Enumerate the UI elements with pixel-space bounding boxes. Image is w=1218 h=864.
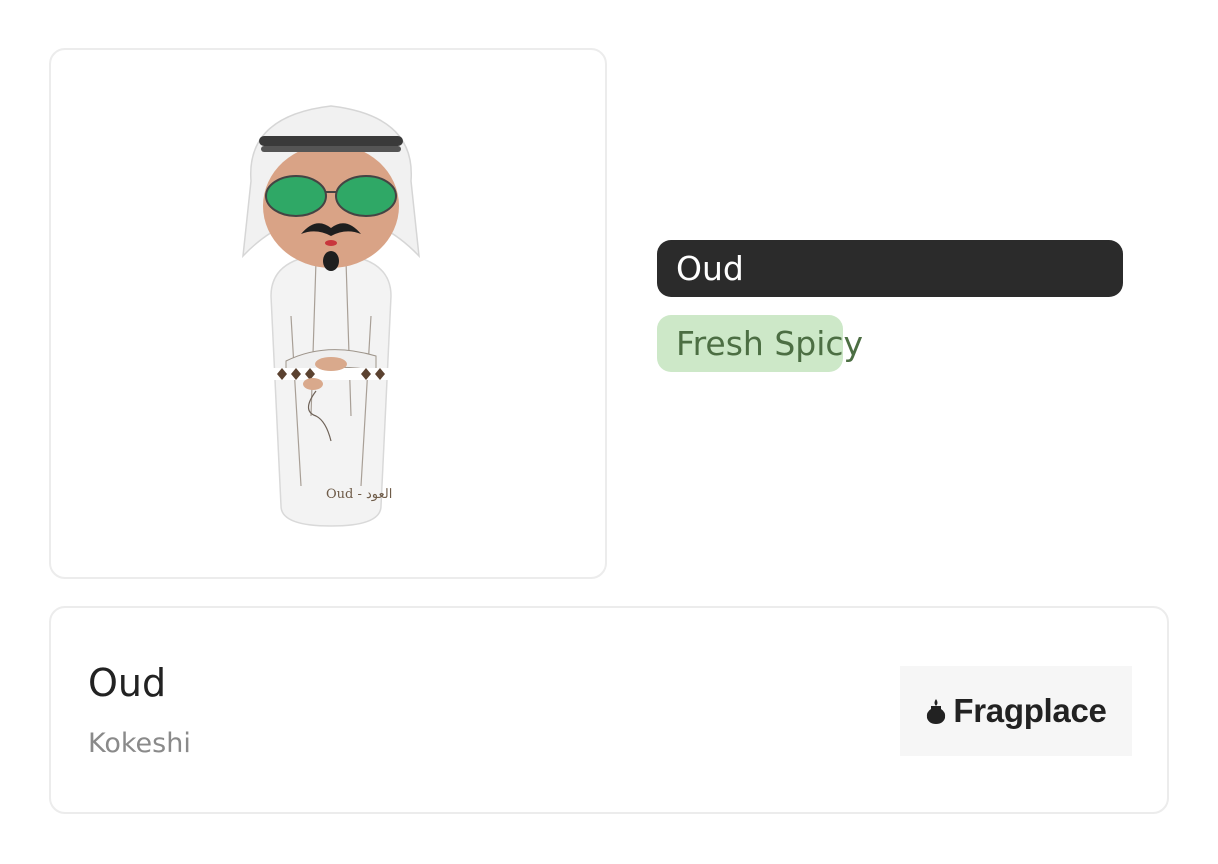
product-image-card: Oud - العود (49, 48, 607, 579)
store-link-button[interactable]: Fragplace (900, 666, 1132, 756)
perfume-name: Oud (88, 661, 167, 705)
product-image: Oud - العود (242, 105, 420, 527)
product-info-card: Oud Kokeshi Fragplace (49, 606, 1169, 814)
fragplace-logo-icon (927, 699, 946, 724)
brand-name[interactable]: Kokeshi (88, 730, 191, 757)
accord-bar-oud: Oud (657, 240, 1123, 297)
accord-list: Oud Fresh Spicy (657, 240, 1123, 390)
store-name: Fragplace (953, 692, 1107, 729)
accord-label: Oud (676, 249, 744, 288)
svg-text:Oud - العود: Oud - العود (326, 487, 392, 502)
accord-label: Fresh Spicy (676, 324, 864, 363)
accord-bar-fresh-spicy: Fresh Spicy (657, 315, 1123, 372)
